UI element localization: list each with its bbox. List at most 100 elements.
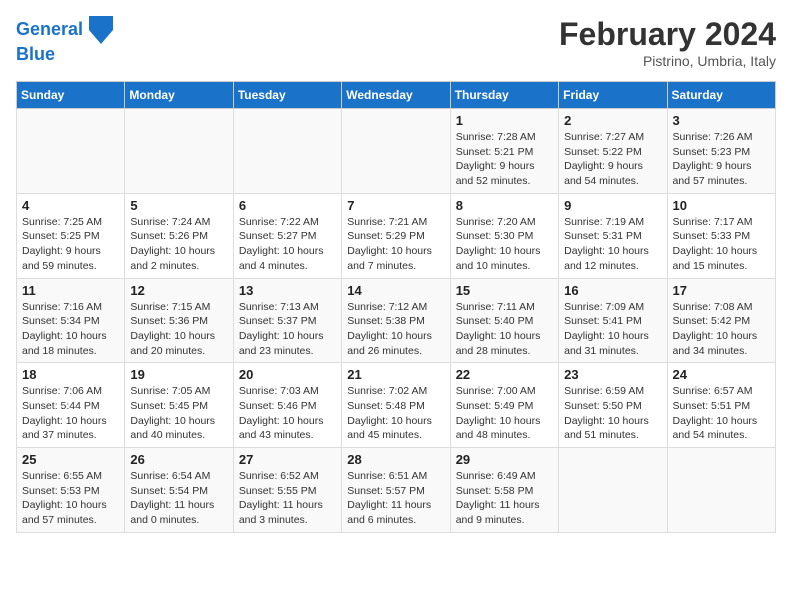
day-number: 17 <box>673 283 770 298</box>
day-info: Sunrise: 6:52 AM Sunset: 5:55 PM Dayligh… <box>239 469 336 528</box>
title-block: February 2024 Pistrino, Umbria, Italy <box>559 16 776 69</box>
calendar-day-cell: 13 Sunrise: 7:13 AM Sunset: 5:37 PM Dayli… <box>233 278 341 363</box>
day-number: 6 <box>239 198 336 213</box>
day-number: 26 <box>130 452 227 467</box>
day-number: 8 <box>456 198 553 213</box>
day-number: 27 <box>239 452 336 467</box>
calendar-day-cell: 27 Sunrise: 6:52 AM Sunset: 5:55 PM Dayli… <box>233 448 341 533</box>
calendar-day-cell: 24 Sunrise: 6:57 AM Sunset: 5:51 PM Dayli… <box>667 363 775 448</box>
day-number: 11 <box>22 283 119 298</box>
day-info: Sunrise: 6:59 AM Sunset: 5:50 PM Dayligh… <box>564 384 661 443</box>
calendar-week-row: 4 Sunrise: 7:25 AM Sunset: 5:25 PM Daylig… <box>17 193 776 278</box>
day-info: Sunrise: 6:54 AM Sunset: 5:54 PM Dayligh… <box>130 469 227 528</box>
day-number: 12 <box>130 283 227 298</box>
calendar-week-row: 18 Sunrise: 7:06 AM Sunset: 5:44 PM Dayli… <box>17 363 776 448</box>
month-title: February 2024 <box>559 16 776 53</box>
day-of-week-header: Tuesday <box>233 82 341 109</box>
calendar-week-row: 1 Sunrise: 7:28 AM Sunset: 5:21 PM Daylig… <box>17 109 776 194</box>
day-info: Sunrise: 7:15 AM Sunset: 5:36 PM Dayligh… <box>130 300 227 359</box>
day-number: 9 <box>564 198 661 213</box>
day-of-week-header: Monday <box>125 82 233 109</box>
day-number: 2 <box>564 113 661 128</box>
day-info: Sunrise: 7:03 AM Sunset: 5:46 PM Dayligh… <box>239 384 336 443</box>
calendar-week-row: 25 Sunrise: 6:55 AM Sunset: 5:53 PM Dayli… <box>17 448 776 533</box>
day-number: 20 <box>239 367 336 382</box>
day-info: Sunrise: 7:16 AM Sunset: 5:34 PM Dayligh… <box>22 300 119 359</box>
day-number: 29 <box>456 452 553 467</box>
day-info: Sunrise: 7:17 AM Sunset: 5:33 PM Dayligh… <box>673 215 770 274</box>
day-number: 19 <box>130 367 227 382</box>
calendar-table: SundayMondayTuesdayWednesdayThursdayFrid… <box>16 81 776 533</box>
day-number: 3 <box>673 113 770 128</box>
day-info: Sunrise: 7:26 AM Sunset: 5:23 PM Dayligh… <box>673 130 770 189</box>
day-number: 10 <box>673 198 770 213</box>
calendar-day-cell: 19 Sunrise: 7:05 AM Sunset: 5:45 PM Dayli… <box>125 363 233 448</box>
calendar-day-cell: 26 Sunrise: 6:54 AM Sunset: 5:54 PM Dayli… <box>125 448 233 533</box>
calendar-day-cell: 18 Sunrise: 7:06 AM Sunset: 5:44 PM Dayli… <box>17 363 125 448</box>
day-info: Sunrise: 7:05 AM Sunset: 5:45 PM Dayligh… <box>130 384 227 443</box>
day-number: 5 <box>130 198 227 213</box>
day-info: Sunrise: 7:02 AM Sunset: 5:48 PM Dayligh… <box>347 384 444 443</box>
day-number: 15 <box>456 283 553 298</box>
day-number: 25 <box>22 452 119 467</box>
day-info: Sunrise: 7:25 AM Sunset: 5:25 PM Dayligh… <box>22 215 119 274</box>
calendar-day-cell: 9 Sunrise: 7:19 AM Sunset: 5:31 PM Daylig… <box>559 193 667 278</box>
calendar-day-cell: 16Sunrise: 7:09 AM Sunset: 5:41 PM Dayli… <box>559 278 667 363</box>
day-number: 7 <box>347 198 444 213</box>
calendar-day-cell: 1 Sunrise: 7:28 AM Sunset: 5:21 PM Daylig… <box>450 109 558 194</box>
calendar-day-cell: 2 Sunrise: 7:27 AM Sunset: 5:22 PM Daylig… <box>559 109 667 194</box>
day-number: 14 <box>347 283 444 298</box>
day-of-week-header: Friday <box>559 82 667 109</box>
calendar-day-cell <box>17 109 125 194</box>
day-info: Sunrise: 7:27 AM Sunset: 5:22 PM Dayligh… <box>564 130 661 189</box>
calendar-day-cell: 8 Sunrise: 7:20 AM Sunset: 5:30 PM Daylig… <box>450 193 558 278</box>
day-number: 22 <box>456 367 553 382</box>
calendar-day-cell: 7 Sunrise: 7:21 AM Sunset: 5:29 PM Daylig… <box>342 193 450 278</box>
day-info: Sunrise: 6:55 AM Sunset: 5:53 PM Dayligh… <box>22 469 119 528</box>
day-info: Sunrise: 7:08 AM Sunset: 5:42 PM Dayligh… <box>673 300 770 359</box>
calendar-day-cell: 12 Sunrise: 7:15 AM Sunset: 5:36 PM Dayli… <box>125 278 233 363</box>
calendar-day-cell: 11 Sunrise: 7:16 AM Sunset: 5:34 PM Dayli… <box>17 278 125 363</box>
calendar-day-cell: 3 Sunrise: 7:26 AM Sunset: 5:23 PM Daylig… <box>667 109 775 194</box>
day-info: Sunrise: 7:12 AM Sunset: 5:38 PM Dayligh… <box>347 300 444 359</box>
logo-text: General Blue <box>16 16 113 66</box>
calendar-day-cell <box>559 448 667 533</box>
day-of-week-header: Sunday <box>17 82 125 109</box>
day-info: Sunrise: 7:06 AM Sunset: 5:44 PM Dayligh… <box>22 384 119 443</box>
calendar-day-cell: 15Sunrise: 7:11 AM Sunset: 5:40 PM Dayli… <box>450 278 558 363</box>
calendar-day-cell: 25 Sunrise: 6:55 AM Sunset: 5:53 PM Dayli… <box>17 448 125 533</box>
day-info: Sunrise: 7:20 AM Sunset: 5:30 PM Dayligh… <box>456 215 553 274</box>
day-number: 24 <box>673 367 770 382</box>
day-info: Sunrise: 7:21 AM Sunset: 5:29 PM Dayligh… <box>347 215 444 274</box>
location: Pistrino, Umbria, Italy <box>559 53 776 69</box>
day-info: Sunrise: 7:24 AM Sunset: 5:26 PM Dayligh… <box>130 215 227 274</box>
calendar-day-cell: 6 Sunrise: 7:22 AM Sunset: 5:27 PM Daylig… <box>233 193 341 278</box>
calendar-day-cell: 28 Sunrise: 6:51 AM Sunset: 5:57 PM Dayli… <box>342 448 450 533</box>
calendar-day-cell: 17 Sunrise: 7:08 AM Sunset: 5:42 PM Dayli… <box>667 278 775 363</box>
calendar-day-cell: 5 Sunrise: 7:24 AM Sunset: 5:26 PM Daylig… <box>125 193 233 278</box>
calendar-day-cell <box>667 448 775 533</box>
logo: General Blue <box>16 16 113 66</box>
day-info: Sunrise: 7:13 AM Sunset: 5:37 PM Dayligh… <box>239 300 336 359</box>
day-number: 21 <box>347 367 444 382</box>
day-info: Sunrise: 7:00 AM Sunset: 5:49 PM Dayligh… <box>456 384 553 443</box>
calendar-day-cell: 22 Sunrise: 7:00 AM Sunset: 5:49 PM Dayli… <box>450 363 558 448</box>
day-info: Sunrise: 7:22 AM Sunset: 5:27 PM Dayligh… <box>239 215 336 274</box>
calendar-day-cell: 29 Sunrise: 6:49 AM Sunset: 5:58 PM Dayli… <box>450 448 558 533</box>
day-number: 4 <box>22 198 119 213</box>
day-number: 1 <box>456 113 553 128</box>
day-info: Sunrise: 7:28 AM Sunset: 5:21 PM Dayligh… <box>456 130 553 189</box>
day-info: Sunrise: 7:19 AM Sunset: 5:31 PM Dayligh… <box>564 215 661 274</box>
day-info: Sunrise: 6:51 AM Sunset: 5:57 PM Dayligh… <box>347 469 444 528</box>
day-info: Sunrise: 6:49 AM Sunset: 5:58 PM Dayligh… <box>456 469 553 528</box>
calendar-day-cell: 20 Sunrise: 7:03 AM Sunset: 5:46 PM Dayli… <box>233 363 341 448</box>
page-header: General Blue February 2024 Pistrino, Umb… <box>16 16 776 69</box>
calendar-day-cell: 10 Sunrise: 7:17 AM Sunset: 5:33 PM Dayli… <box>667 193 775 278</box>
day-number: 18 <box>22 367 119 382</box>
day-number: 23 <box>564 367 661 382</box>
day-info: Sunrise: 7:09 AM Sunset: 5:41 PM Dayligh… <box>564 300 661 359</box>
day-number: 28 <box>347 452 444 467</box>
calendar-day-cell <box>342 109 450 194</box>
day-number: 13 <box>239 283 336 298</box>
day-info: Sunrise: 6:57 AM Sunset: 5:51 PM Dayligh… <box>673 384 770 443</box>
